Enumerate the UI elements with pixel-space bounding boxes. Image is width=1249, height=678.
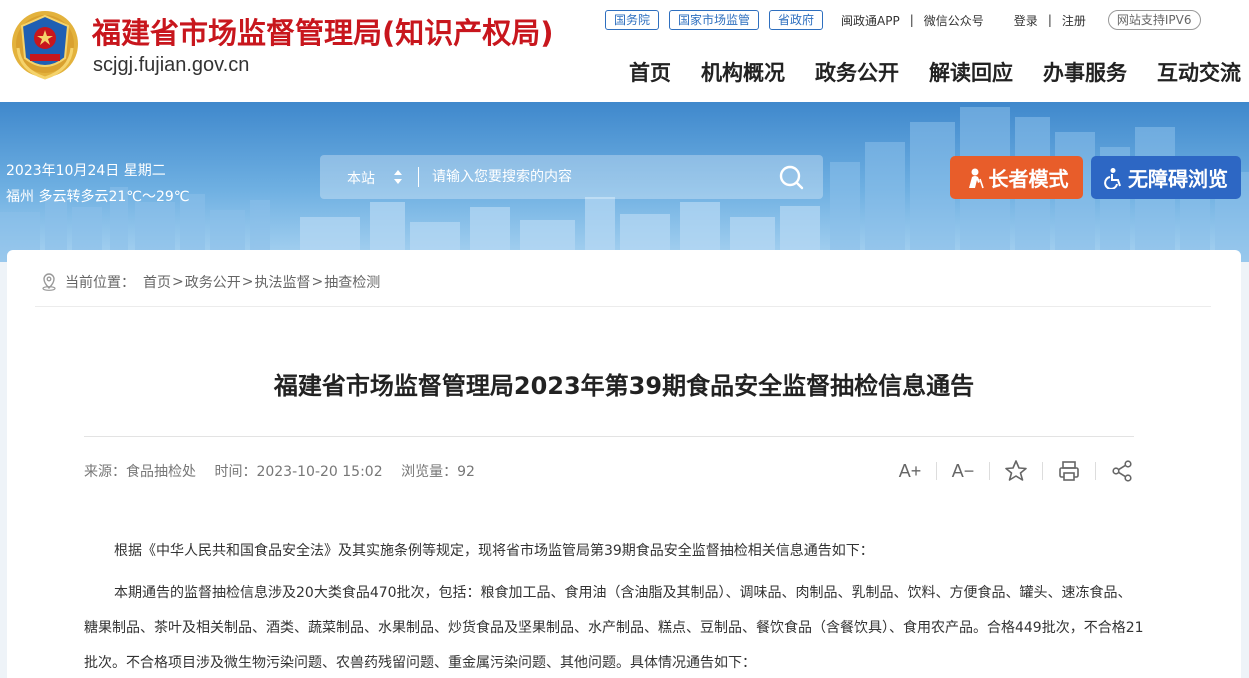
tool-divider xyxy=(989,462,990,480)
current-date: 2023年10月24日 星期二 xyxy=(6,163,166,179)
national-emblem-icon xyxy=(12,11,78,80)
article-body: 根据《中华人民共和国食品安全法》及其实施条例等规定，现将省市场监管局第39期食品… xyxy=(84,534,1144,678)
search-bar: 本站 xyxy=(320,155,823,199)
nav-gov-affairs[interactable]: 政务公开 xyxy=(815,57,899,87)
login-link[interactable]: 登录 xyxy=(1014,12,1038,29)
top-links: 国务院 国家市场监管 省政府 闽政通APP | 微信公众号 登录 | 注册 网站… xyxy=(605,9,1201,31)
ipv6-badge: 网站支持IPV6 xyxy=(1107,10,1201,30)
article-title: 福建省市场监督管理局2023年第39期食品安全监督抽检信息通告 xyxy=(273,372,975,400)
site-header: 福建省市场监督管理局(知识产权局) scjgj.fujian.gov.cn 国务… xyxy=(0,0,1249,102)
nav-interaction[interactable]: 互动交流 xyxy=(1157,57,1241,87)
print-icon[interactable] xyxy=(1056,458,1082,484)
article-source: 来源：食品抽检处 xyxy=(84,464,196,480)
breadcrumb-sep: > xyxy=(172,274,184,290)
site-domain: scjgj.fujian.gov.cn xyxy=(93,54,250,76)
share-icon[interactable] xyxy=(1109,458,1135,484)
search-divider xyxy=(418,167,419,187)
article-card: 当前位置： 首页 > 政务公开 > 执法监督 > 抽查检测 福建省市场监督管理局… xyxy=(7,250,1241,678)
font-increase-button[interactable]: A+ xyxy=(897,458,923,484)
title-divider xyxy=(84,436,1134,437)
article-paragraph: 本期通告的监督抽检信息涉及20大类食品470批次，包括：粮食加工品、食用油（含油… xyxy=(84,585,1144,671)
tool-divider xyxy=(936,462,937,480)
register-link[interactable]: 注册 xyxy=(1062,12,1086,29)
top-sep: | xyxy=(909,13,914,27)
article-meta: 来源：食品抽检处 时间：2023-10-20 15:02 浏览量：92 xyxy=(84,461,489,481)
banner: 2023年10月24日 星期二 福州 多云转多云21℃～29℃ 本站 长者模式 … xyxy=(0,102,1249,262)
breadcrumb-sep: > xyxy=(241,274,254,290)
article-tools: A+ A− xyxy=(897,458,1135,484)
link-wechat[interactable]: 微信公众号 xyxy=(924,12,984,29)
elder-mode-button[interactable]: 长者模式 xyxy=(950,156,1083,199)
nav-interpretation[interactable]: 解读回应 xyxy=(929,57,1013,87)
updown-arrow-icon xyxy=(394,170,402,184)
favorite-star-icon[interactable] xyxy=(1003,458,1029,484)
elder-person-icon xyxy=(968,168,984,188)
wheelchair-icon xyxy=(1104,167,1121,189)
article-time: 时间：2023-10-20 15:02 xyxy=(214,464,383,480)
accessible-browse-button[interactable]: 无障碍浏览 xyxy=(1091,156,1241,199)
article-views: 浏览量：92 xyxy=(401,464,475,480)
login-sep: | xyxy=(1047,13,1052,27)
breadcrumb-inspection[interactable]: 抽查检测 xyxy=(324,272,380,292)
link-app[interactable]: 闽政通APP xyxy=(841,12,900,29)
breadcrumb-home[interactable]: 首页 xyxy=(143,272,171,292)
link-province-gov[interactable]: 省政府 xyxy=(769,10,824,30)
breadcrumb-law-enforcement[interactable]: 执法监督 xyxy=(254,272,310,292)
breadcrumb-prefix: 当前位置： xyxy=(65,275,135,291)
search-scope-select[interactable]: 本站 xyxy=(347,168,375,188)
accessible-browse-label: 无障碍浏览 xyxy=(1128,167,1228,191)
nav-services[interactable]: 办事服务 xyxy=(1043,57,1127,87)
nav-home[interactable]: 首页 xyxy=(629,57,671,87)
tool-divider xyxy=(1095,462,1096,480)
nav-about[interactable]: 机构概况 xyxy=(701,57,785,87)
link-state-council[interactable]: 国务院 xyxy=(605,10,660,30)
tool-divider xyxy=(1042,462,1043,480)
breadcrumb-divider xyxy=(35,306,1211,307)
location-pin-icon xyxy=(42,273,56,291)
link-samr[interactable]: 国家市场监管 xyxy=(669,10,760,30)
search-icon[interactable] xyxy=(774,163,808,191)
article-paragraph: 根据《中华人民共和国食品安全法》及其实施条例等规定，现将省市场监管局第39期食品… xyxy=(114,543,874,559)
main-nav: 首页 机构概况 政务公开 解读回应 办事服务 互动交流 xyxy=(599,57,1241,87)
breadcrumb-gov-affairs[interactable]: 政务公开 xyxy=(185,272,241,292)
elder-mode-label: 长者模式 xyxy=(988,167,1069,191)
breadcrumb: 当前位置： 首页 > 政务公开 > 执法监督 > 抽查检测 xyxy=(41,272,380,292)
font-decrease-button[interactable]: A− xyxy=(950,458,976,484)
site-title[interactable]: 福建省市场监督管理局(知识产权局) xyxy=(92,10,554,52)
weather-info: 福州 多云转多云21℃～29℃ xyxy=(6,189,190,205)
breadcrumb-sep: > xyxy=(311,274,324,290)
search-input[interactable] xyxy=(432,163,762,191)
